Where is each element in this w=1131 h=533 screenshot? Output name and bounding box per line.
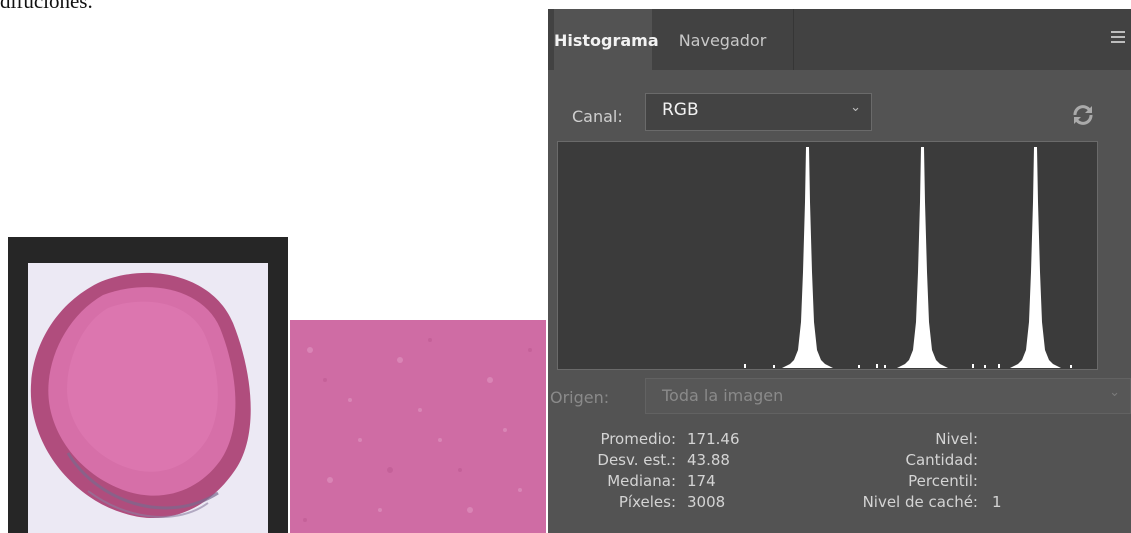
channel-label: Canal:: [572, 107, 623, 126]
channel-value: RGB: [662, 100, 699, 120]
source-value: Toda la imagen: [662, 386, 784, 405]
panel-tab-bar: Histograma Navegador: [548, 9, 1131, 70]
percentile-label: Percentil:: [908, 472, 978, 490]
pixels-value: 3008: [687, 493, 726, 511]
cache-level-label: Nivel de caché:: [862, 493, 978, 511]
histogram-panel: Histograma Navegador Canal: RGB ⌄ Origen…: [548, 9, 1131, 533]
median-label: Mediana:: [607, 472, 676, 490]
source-select[interactable]: Toda la imagen ⌄: [645, 378, 1131, 414]
histogram-chart: [557, 141, 1098, 370]
median-value: 174: [687, 472, 716, 490]
pixels-label: Píxeles:: [618, 493, 676, 511]
partial-heading-text: difuciones.: [0, 0, 93, 13]
channel-select[interactable]: RGB ⌄: [645, 93, 872, 131]
source-label: Origen:: [550, 388, 610, 407]
sample-image-frame: [8, 237, 288, 533]
hamburger-menu-icon[interactable]: [1111, 31, 1125, 43]
chevron-down-icon: ⌄: [850, 100, 861, 115]
level-label: Nivel:: [935, 430, 978, 448]
mean-value: 171.46: [687, 430, 740, 448]
chevron-down-icon: ⌄: [1109, 385, 1120, 400]
texture-swatch: [290, 320, 546, 533]
std-label: Desv. est.:: [597, 451, 676, 469]
tab-histogram[interactable]: Histograma: [554, 9, 659, 70]
mean-label: Promedio:: [600, 430, 676, 448]
refresh-icon[interactable]: [1071, 103, 1095, 127]
tab-navigator[interactable]: Navegador: [652, 9, 794, 70]
sample-image: [28, 263, 268, 533]
count-label: Cantidad:: [905, 451, 978, 469]
cache-level-value: 1: [992, 493, 1002, 511]
std-value: 43.88: [687, 451, 730, 469]
